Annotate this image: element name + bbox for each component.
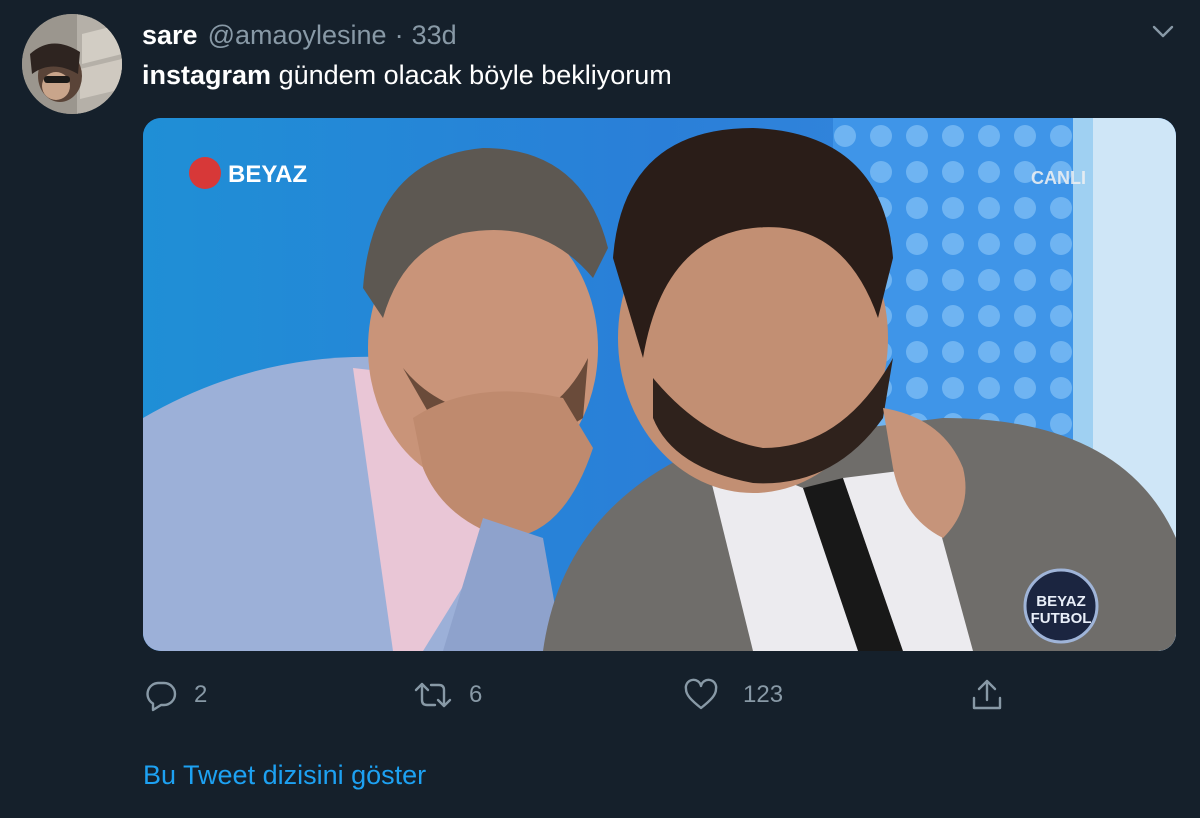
tweet-text-bold: instagram <box>142 60 272 90</box>
program-logo-line2: FUTBOL <box>1031 610 1092 627</box>
reply-button[interactable]: 2 <box>144 672 207 718</box>
tweet-actions: 2 6 123 <box>0 672 1200 718</box>
retweet-count: 6 <box>469 681 483 708</box>
avatar[interactable] <box>22 14 122 114</box>
retweet-icon <box>414 682 452 708</box>
user-handle[interactable]: @amaoylesine <box>208 20 387 51</box>
program-logo-line1: BEYAZ <box>1036 593 1085 610</box>
separator-dot: · <box>394 20 404 50</box>
heart-icon <box>684 678 718 710</box>
reply-icon <box>146 681 177 712</box>
show-thread-link[interactable]: Bu Tweet dizisini göster <box>143 760 426 791</box>
chevron-down-icon[interactable] <box>1150 20 1176 42</box>
timestamp[interactable]: 33d <box>412 20 457 51</box>
tweet-text-rest: gündem olacak böyle bekliyorum <box>278 60 672 90</box>
like-button[interactable]: 123 <box>683 672 783 718</box>
live-badge: CANLI <box>1031 168 1086 188</box>
tweet-header: sare @amaoylesine · 33d <box>142 20 457 50</box>
display-name[interactable]: sare <box>142 20 198 51</box>
share-button[interactable] <box>970 672 1004 718</box>
retweet-button[interactable]: 6 <box>413 672 482 718</box>
like-count: 123 <box>743 681 784 708</box>
channel-logo: BEYAZ <box>228 161 307 188</box>
tweet-media-image[interactable]: BEYAZ CANLI BEYAZ FUTBOL <box>143 118 1176 651</box>
share-icon <box>972 679 1002 710</box>
reply-count: 2 <box>194 681 208 708</box>
tweet-text: instagram gündem olacak böyle bekliyorum <box>142 60 672 91</box>
tweet[interactable]: sare @amaoylesine · 33d instagram gündem… <box>0 0 1200 818</box>
